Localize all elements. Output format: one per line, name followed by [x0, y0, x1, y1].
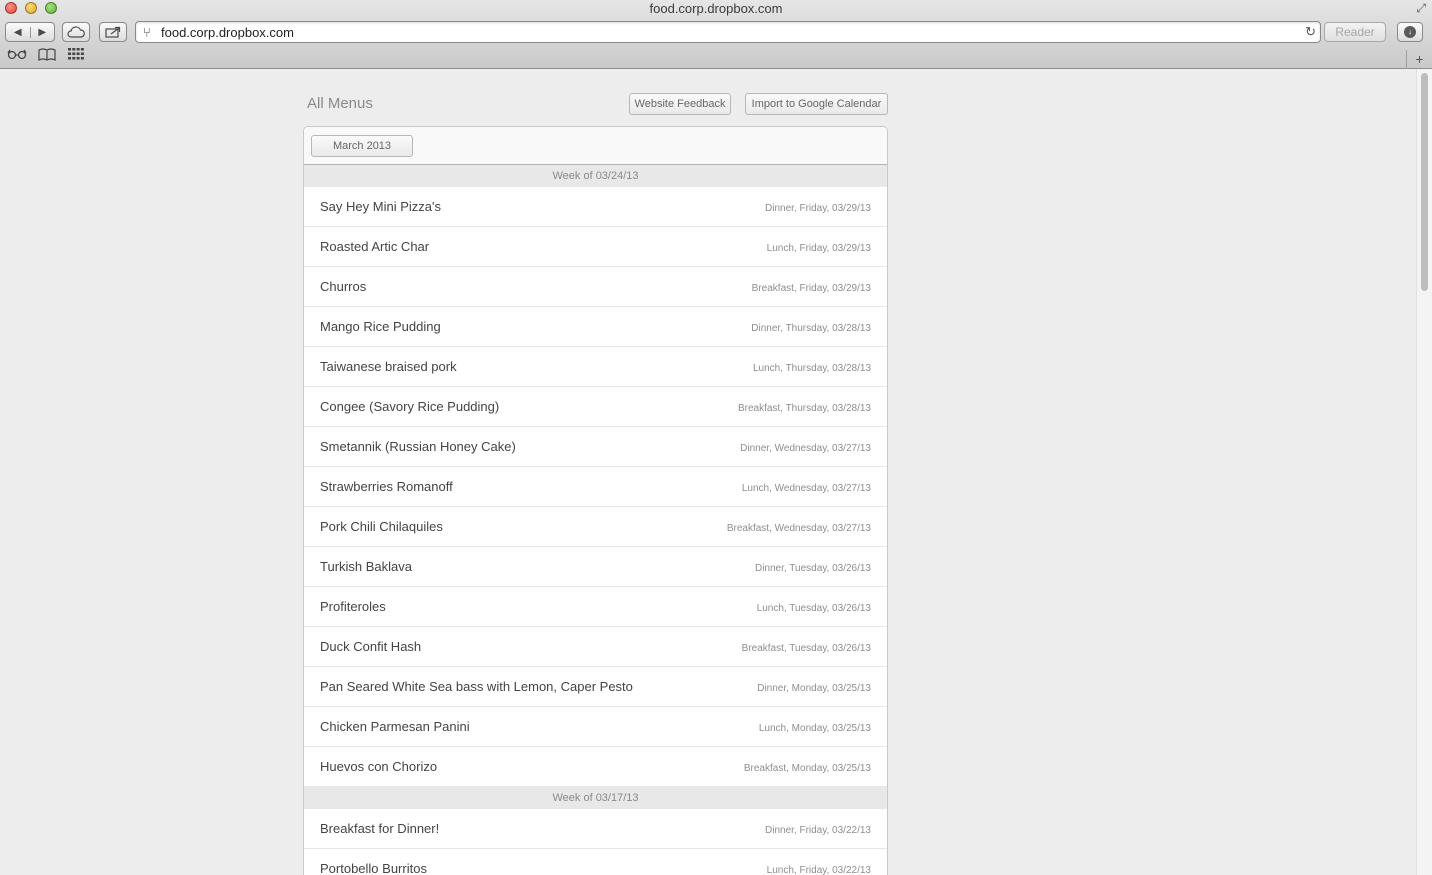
menu-list-item[interactable]: Huevos con Chorizo Breakfast, Monday, 03/… — [304, 747, 887, 787]
menu-list-item[interactable]: Roasted Artic Char Lunch, Friday, 03/29/1… — [304, 227, 887, 267]
menu-list-item[interactable]: Congee (Savory Rice Pudding) Breakfast, T… — [304, 387, 887, 427]
menu-list-item[interactable]: Chicken Parmesan Panini Lunch, Monday, 03… — [304, 707, 887, 747]
menu-item-meal-date: Breakfast, Wednesday, 03/27/13 — [726, 523, 871, 534]
menu-item-meal-date: Breakfast, Tuesday, 03/26/13 — [741, 643, 871, 654]
scrollbar-thumb[interactable] — [1421, 73, 1428, 291]
menu-item-meal-date: Lunch, Tuesday, 03/26/13 — [756, 603, 871, 614]
address-bar[interactable]: ⑂ food.corp.dropbox.com ↻ — [135, 21, 1321, 43]
forward-icon[interactable]: ▶ — [29, 26, 55, 38]
share-icon — [105, 26, 121, 38]
month-selector-button[interactable]: March 2013 — [311, 135, 413, 157]
menu-item-meal-date: Dinner, Friday, 03/22/13 — [765, 825, 871, 836]
menu-item-meal-date: Lunch, Thursday, 03/28/13 — [752, 363, 871, 374]
menu-item-meal-date: Breakfast, Monday, 03/25/13 — [743, 763, 871, 774]
menu-list-item[interactable]: Breakfast for Dinner! Dinner, Friday, 03/… — [304, 809, 887, 849]
downloads-button[interactable]: ↓ — [1397, 22, 1423, 42]
menu-item-meal-date: Dinner, Thursday, 03/28/13 — [751, 323, 871, 334]
page-scrollbar[interactable] — [1416, 69, 1432, 875]
reload-icon[interactable]: ↻ — [1305, 24, 1316, 40]
menu-item-meal-date: Lunch, Monday, 03/25/13 — [758, 723, 871, 734]
icloud-icon — [67, 26, 85, 38]
menu-item-name[interactable]: Pork Chili Chilaquiles — [320, 519, 443, 534]
menu-list-item[interactable]: Pork Chili Chilaquiles Breakfast, Wednesd… — [304, 507, 887, 547]
minimize-window-button[interactable] — [25, 2, 37, 14]
menu-item-name[interactable]: Chicken Parmesan Panini — [320, 719, 470, 734]
menu-item-meal-date: Lunch, Friday, 03/22/13 — [766, 865, 871, 875]
menu-list: Week of 03/24/13 Say Hey Mini Pizza's Dinn… — [304, 165, 887, 875]
menu-list-item[interactable]: Turkish Baklava Dinner, Tuesday, 03/26/13 — [304, 547, 887, 587]
menu-item-meal-date: Dinner, Friday, 03/29/13 — [765, 203, 871, 214]
menu-list-item[interactable]: Portobello Burritos Lunch, Friday, 03/22/… — [304, 849, 887, 875]
week-header: Week of 03/24/13 — [304, 165, 887, 187]
share-button[interactable] — [99, 22, 127, 42]
top-sites-icon[interactable] — [68, 48, 84, 63]
menu-item-name[interactable]: Turkish Baklava — [320, 559, 412, 574]
menu-item-name[interactable]: Portobello Burritos — [320, 861, 427, 875]
menu-item-meal-date: Lunch, Friday, 03/29/13 — [766, 243, 871, 254]
bookmarks-icon[interactable] — [38, 48, 56, 64]
page-title: All Menus — [307, 95, 373, 112]
menu-item-name[interactable]: Profiteroles — [320, 599, 386, 614]
menu-list-item[interactable]: Strawberries Romanoff Lunch, Wednesday, 0… — [304, 467, 887, 507]
back-forward-buttons: ◀ ▶ — [5, 22, 55, 42]
menu-list-item[interactable]: Mango Rice Pudding Dinner, Thursday, 03/2… — [304, 307, 887, 347]
favicon-icon: ⑂ — [143, 25, 151, 40]
menu-item-meal-date: Dinner, Tuesday, 03/26/13 — [754, 563, 871, 574]
panel-header: March 2013 — [304, 127, 887, 165]
menu-item-name[interactable]: Duck Confit Hash — [320, 639, 421, 654]
menu-item-meal-date: Dinner, Monday, 03/25/13 — [757, 683, 871, 694]
menu-item-name[interactable]: Mango Rice Pudding — [320, 319, 441, 334]
menu-item-meal-date: Breakfast, Thursday, 03/28/13 — [737, 403, 871, 414]
menu-item-name[interactable]: Churros — [320, 279, 366, 294]
menu-list-item[interactable]: Duck Confit Hash Breakfast, Tuesday, 03/2… — [304, 627, 887, 667]
reader-button[interactable]: Reader — [1324, 22, 1386, 42]
week-header: Week of 03/17/13 — [304, 787, 887, 809]
browser-toolbar: food.corp.dropbox.com ⤢ ◀ ▶ ⑂ food.corp.… — [0, 0, 1432, 69]
menu-item-name[interactable]: Congee (Savory Rice Pudding) — [320, 399, 499, 414]
website-feedback-button[interactable]: Website Feedback — [629, 93, 731, 115]
menu-item-name[interactable]: Say Hey Mini Pizza's — [320, 199, 441, 214]
zoom-window-button[interactable] — [45, 2, 57, 14]
menu-item-name[interactable]: Pan Seared White Sea bass with Lemon, Ca… — [320, 679, 633, 694]
menu-item-meal-date: Breakfast, Friday, 03/29/13 — [751, 283, 871, 294]
menu-item-name[interactable]: Strawberries Romanoff — [320, 479, 453, 494]
back-icon[interactable]: ◀ — [6, 27, 30, 38]
menu-item-name[interactable]: Smetannik (Russian Honey Cake) — [320, 439, 516, 454]
url-text[interactable]: food.corp.dropbox.com — [161, 25, 294, 40]
menu-item-meal-date: Dinner, Wednesday, 03/27/13 — [740, 443, 871, 454]
menu-list-item[interactable]: Taiwanese braised pork Lunch, Thursday, 0… — [304, 347, 887, 387]
menu-list-item[interactable]: Pan Seared White Sea bass with Lemon, Ca… — [304, 667, 887, 707]
menu-list-item[interactable]: Churros Breakfast, Friday, 03/29/13 — [304, 267, 887, 307]
window-title: food.corp.dropbox.com — [649, 1, 783, 16]
menu-item-name[interactable]: Breakfast for Dinner! — [320, 821, 439, 836]
download-icon: ↓ — [1404, 26, 1416, 38]
menu-list-item[interactable]: Say Hey Mini Pizza's Dinner, Friday, 03/2… — [304, 187, 887, 227]
menu-item-name[interactable]: Taiwanese braised pork — [320, 359, 457, 374]
menu-list-item[interactable]: Profiteroles Lunch, Tuesday, 03/26/13 — [304, 587, 887, 627]
menu-item-name[interactable]: Roasted Artic Char — [320, 239, 429, 254]
import-google-calendar-button[interactable]: Import to Google Calendar — [745, 93, 888, 115]
menu-item-name[interactable]: Huevos con Chorizo — [320, 759, 437, 774]
icloud-tabs-button[interactable] — [62, 22, 90, 42]
menu-list-item[interactable]: Smetannik (Russian Honey Cake) Dinner, We… — [304, 427, 887, 467]
close-window-button[interactable] — [5, 2, 17, 14]
fullscreen-icon[interactable]: ⤢ — [1416, 1, 1426, 16]
menu-panel: March 2013 Week of 03/24/13 Say Hey Mini … — [303, 126, 888, 875]
menu-item-meal-date: Lunch, Wednesday, 03/27/13 — [741, 483, 871, 494]
title-bar: food.corp.dropbox.com ⤢ — [0, 0, 1432, 18]
new-tab-icon[interactable]: + — [1406, 50, 1432, 69]
reading-list-icon[interactable] — [7, 48, 27, 63]
